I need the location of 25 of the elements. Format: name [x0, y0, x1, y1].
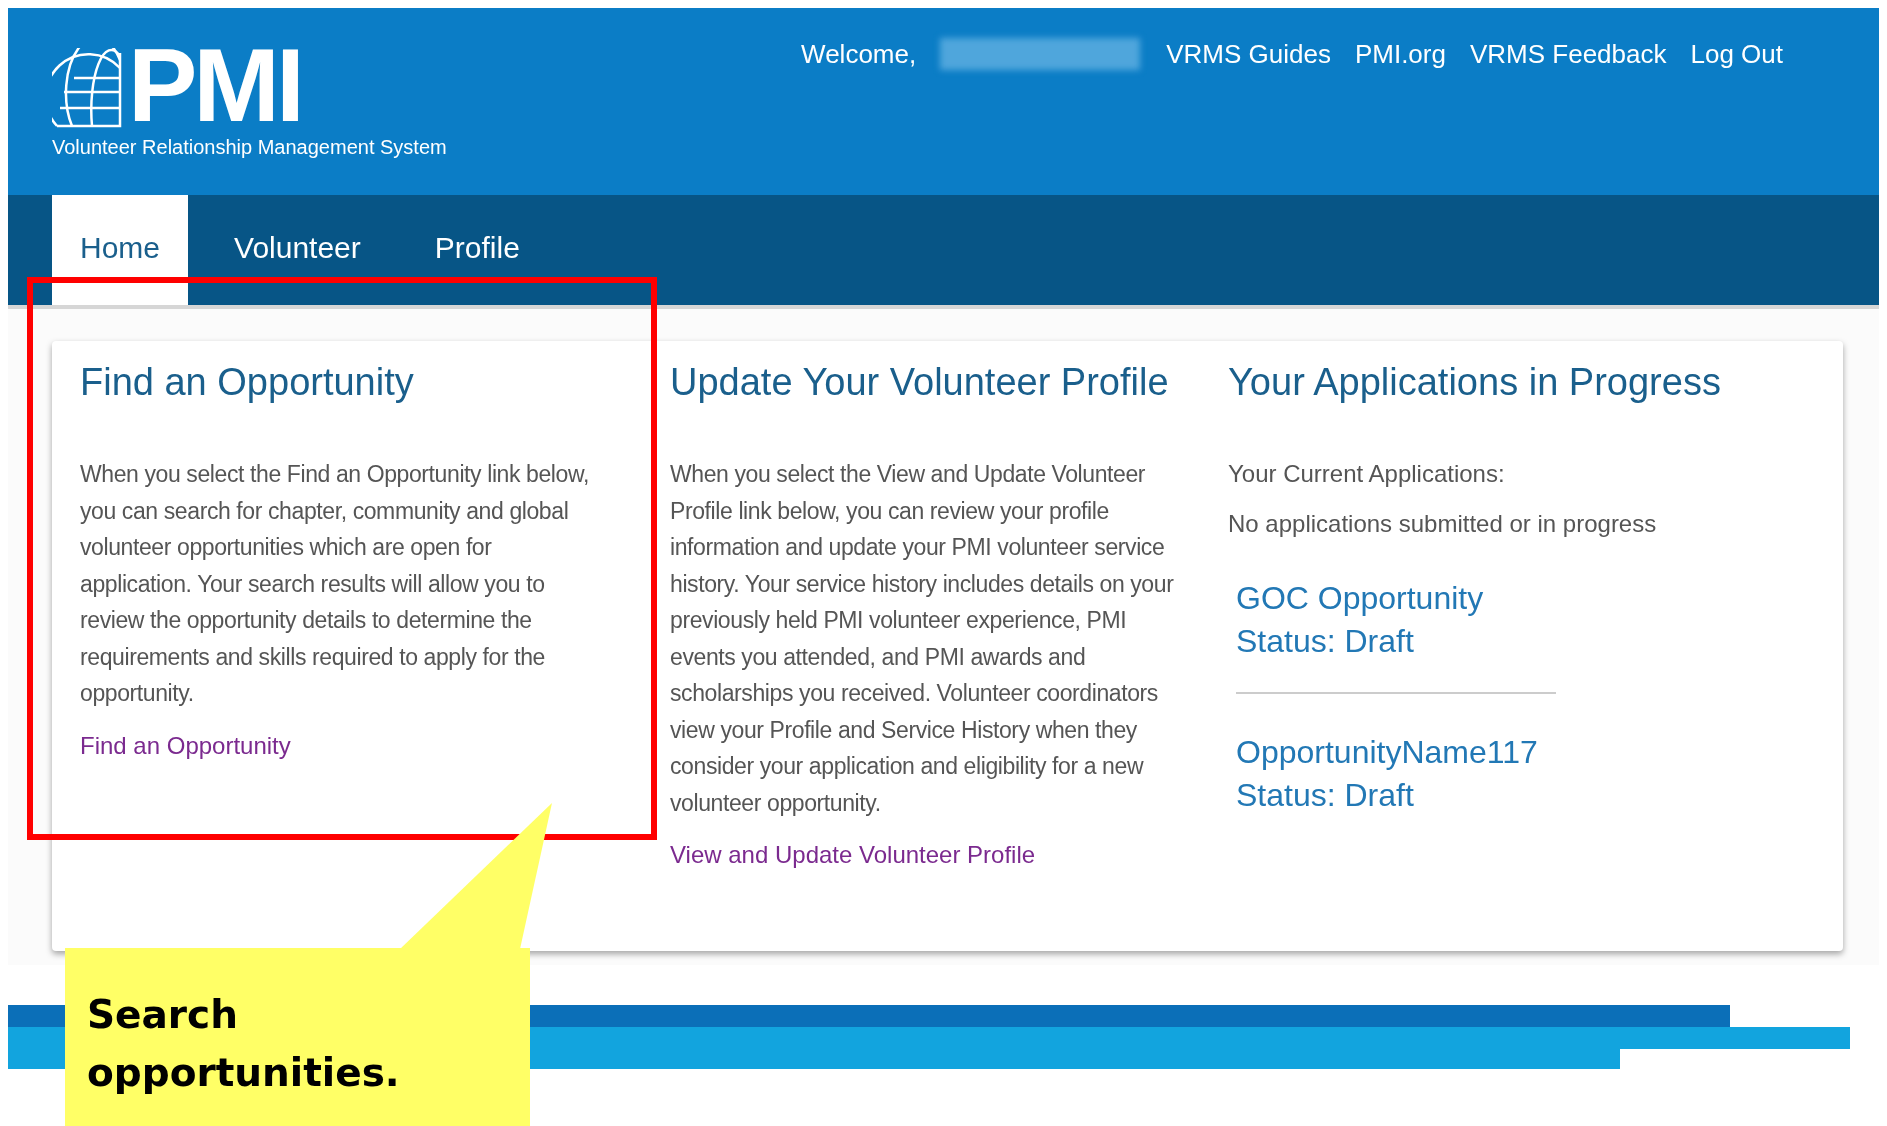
nav-tab[interactable]: Profile [406, 195, 548, 305]
callout-text: Search opportunities. [87, 992, 400, 1095]
section-heading: Your Applications in Progress [1228, 361, 1722, 404]
description-text: When you select the View and Update Volunteer Profile link below, you can review your profile information and update your PMI volunteer service history. Your service history includes details on your previously held PMI volunteer experience, PMI events you attended, and PMI awards and scholarships you received. Volunteer coordinators view your Profile and Service History when they consider your application and eligibility for a new volunteer opportunity. [670, 460, 1175, 818]
nav-tab[interactable]: Home [52, 195, 189, 305]
welcome-text: Welcome, [801, 38, 917, 70]
header-link[interactable]: Log Out [1690, 38, 1783, 70]
application-link[interactable]: GOC Opportunity [1236, 580, 1768, 617]
label-text: Your Current Applications: [1228, 460, 1506, 488]
status-text: Status: Draft [1236, 777, 1415, 814]
globe-icon [52, 48, 122, 128]
description-text: When you select the Find an Opportunity link below, you can search for chapter, community and global volunteer opportunities which are open for application. Your search results will allow you to review the opportunity details to determine the requirements and skills required to apply for the opportunity. [80, 460, 590, 708]
header-link[interactable]: VRMS Feedback [1469, 38, 1667, 70]
header-link[interactable]: PMI.org [1354, 38, 1446, 70]
section-heading: Update Your Volunteer Profile [670, 361, 1170, 404]
header-link[interactable]: VRMS Guides [1166, 38, 1331, 70]
logo-tagline: Volunteer Relationship Management System [52, 136, 447, 159]
application-link[interactable]: OpportunityName117 [1236, 734, 1768, 771]
logo-text: PMI [128, 42, 301, 128]
section-heading: Find an Opportunity [80, 361, 415, 404]
status-message: No applications submitted or in progress [1228, 510, 1658, 538]
text-link[interactable]: Find an Opportunity [80, 731, 291, 760]
nav-tab[interactable]: Volunteer [206, 195, 389, 305]
text-link[interactable]: View and Update Volunteer Profile [670, 841, 1036, 869]
status-text: Status: Draft [1236, 623, 1415, 660]
